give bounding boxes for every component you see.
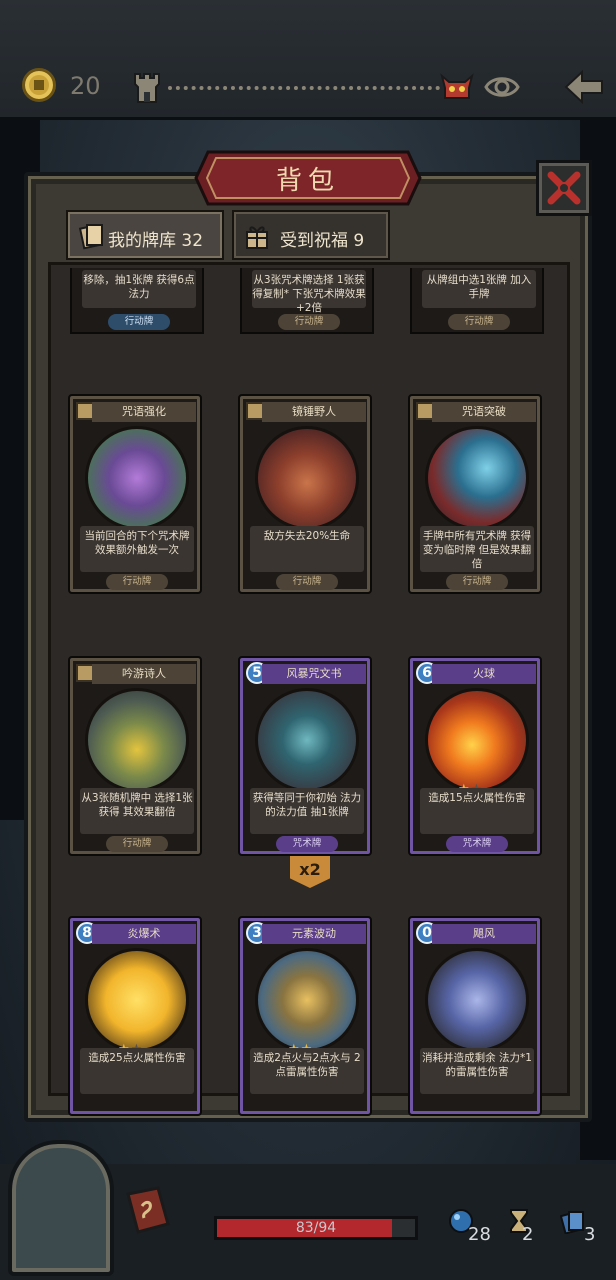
tab-my-deck-label: 我的牌库 32	[108, 231, 204, 251]
back-arrow-icon[interactable]	[562, 68, 606, 106]
card-bard[interactable]: 吟游诗人 从3张随机牌中 选择1张获得 其效果翻倍 行动牌	[68, 656, 202, 856]
deck-count: 3	[584, 1224, 596, 1245]
card-description: 当前回合的下个咒术牌 效果额外触发一次	[80, 526, 194, 572]
hero-portrait[interactable]	[8, 1140, 114, 1276]
card-type: 行动牌	[448, 314, 510, 330]
card-description: 移除，抽1张牌 获得6点法力	[82, 270, 196, 308]
castle-icon	[134, 73, 160, 103]
card-art-bard	[85, 688, 189, 792]
card-description: 手牌中所有咒术牌 获得变为临时牌 但是效果翻倍	[420, 526, 534, 572]
cards-icon	[78, 224, 103, 250]
mana-counter: 28	[448, 1208, 498, 1252]
card-art-hurricane	[425, 948, 529, 1052]
card-hammer-savage[interactable]: 镜锤野人 敌方失去20%生命 行动牌	[238, 394, 372, 594]
card-type: 咒术牌	[446, 836, 508, 852]
boss-icon	[440, 73, 474, 99]
card-hurricane[interactable]: 0 飓风 消耗并造成剩余 法力*1的雷属性伤害	[408, 916, 542, 1116]
card-name: 炎爆术	[92, 924, 196, 944]
card-name: 元素波动	[262, 924, 366, 944]
close-button[interactable]	[536, 160, 592, 216]
card-spell-boost[interactable]: 咒语强化 当前回合的下个咒术牌 效果额外触发一次 行动牌	[68, 394, 202, 594]
card-type: 行动牌	[276, 574, 338, 590]
card-name: 火球	[432, 664, 536, 684]
card-name: 风暴咒文书	[262, 664, 366, 684]
card-art-fireball	[425, 688, 529, 792]
card-name: 飓风	[432, 924, 536, 944]
card-partial-3[interactable]: 从牌组中选1张牌 加入手牌 行动牌	[410, 268, 544, 334]
card-partial-1[interactable]: 移除，抽1张牌 获得6点法力 行动牌	[70, 268, 204, 334]
card-type: 行动牌	[446, 574, 508, 590]
card-type: 行动牌	[106, 574, 168, 590]
card-type: 行动牌	[108, 314, 170, 330]
coin-count: 20	[70, 72, 101, 100]
hourglass-count: 2	[522, 1224, 534, 1245]
spellbook-icon[interactable]	[122, 1186, 174, 1236]
card-type: 行动牌	[278, 314, 340, 330]
top-bar: 20	[0, 0, 616, 120]
card-stack-icon	[560, 1211, 584, 1234]
card-storm-tome[interactable]: 5 风暴咒文书 获得等同于你初始 法力的法力值 抽1张牌 咒术牌	[238, 656, 372, 856]
panel-title: 背包	[275, 166, 340, 196]
card-name: 镜锤野人	[262, 402, 366, 422]
health-text: 83/94	[295, 1220, 337, 1236]
card-description: 造成2点火与2点水与 2点雷属性伤害	[250, 1048, 364, 1094]
card-description: 从3张咒术牌选择 1张获得复制* 下张咒术牌效果+2倍	[252, 270, 366, 314]
tab-blessings[interactable]: 受到祝福 9	[232, 210, 390, 260]
card-name: 吟游诗人	[92, 664, 196, 684]
health-bar: 83/94	[214, 1216, 418, 1240]
map-progress-path	[168, 86, 440, 90]
eye-icon[interactable]	[484, 72, 520, 102]
card-description: 获得等同于你初始 法力的法力值 抽1张牌	[250, 788, 364, 834]
close-icon	[547, 171, 581, 205]
hourglass-counter: 2	[506, 1208, 546, 1252]
card-description: 从3张随机牌中 选择1张获得 其效果翻倍	[80, 788, 194, 834]
card-art-storm-book	[255, 688, 359, 792]
card-name: 咒语突破	[432, 402, 536, 422]
card-name: 咒语强化	[92, 402, 196, 422]
card-partial-2[interactable]: 从3张咒术牌选择 1张获得复制* 下张咒术牌效果+2倍 行动牌	[240, 268, 374, 334]
tab-my-deck[interactable]: 我的牌库 32	[66, 210, 224, 260]
card-description: 消耗并造成剩余 法力*1的雷属性伤害	[420, 1048, 534, 1094]
card-type: 咒术牌	[276, 836, 338, 852]
card-art-savage	[255, 426, 359, 530]
deck-counter: 3	[560, 1208, 604, 1252]
card-fireball[interactable]: 6 火球 ★★ 造成15点火属性伤害 咒术牌	[408, 656, 542, 856]
card-description: 敌方失去20%生命	[250, 526, 364, 572]
card-pyroblast[interactable]: 8 炎爆术 ★★ 造成25点火属性伤害	[68, 916, 202, 1116]
mana-count: 28	[468, 1224, 491, 1245]
card-spell-breakthrough[interactable]: 咒语突破 手牌中所有咒术牌 获得变为临时牌 但是效果翻倍 行动牌	[408, 394, 542, 594]
gift-icon	[246, 226, 268, 249]
card-description: 从牌组中选1张牌 加入手牌	[422, 270, 536, 308]
card-art-elemental	[255, 948, 359, 1052]
tab-blessings-label: 受到祝福 9	[280, 231, 365, 251]
card-elemental-wave[interactable]: 3 元素波动 ★★ 造成2点火与2点水与 2点雷属性伤害	[238, 916, 372, 1116]
coin-icon	[22, 68, 56, 102]
card-art-crystal	[85, 426, 189, 530]
card-description: 造成15点火属性伤害	[420, 788, 534, 834]
card-description: 造成25点火属性伤害	[80, 1048, 194, 1094]
card-art-pyroblast	[85, 948, 189, 1052]
card-art-wizard	[425, 426, 529, 530]
card-type: 行动牌	[106, 836, 168, 852]
